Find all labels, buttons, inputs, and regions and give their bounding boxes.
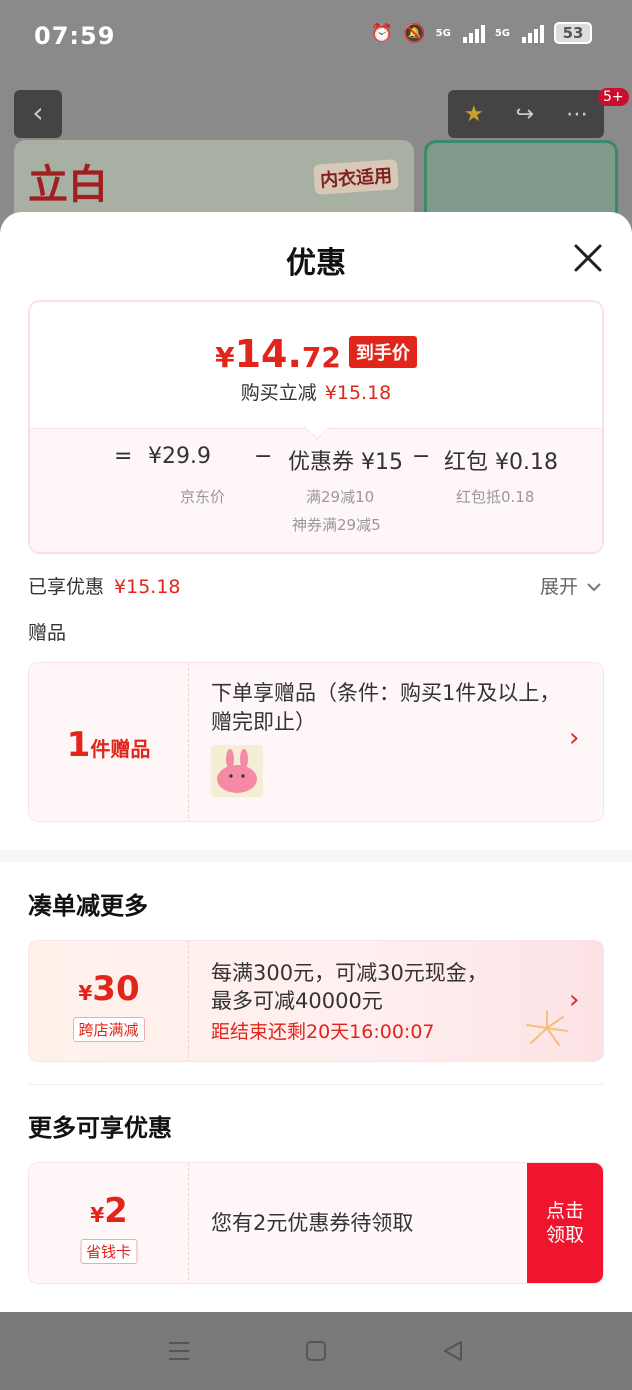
sheet-title: 优惠 (286, 246, 346, 281)
network-label-1: 5G (435, 27, 451, 39)
status-bar: 07:59 ⏰ 🔕 5G 5G 53 (0, 0, 632, 72)
gift-description: 下单享赠品（条件：购买1件及以上，赠完即止） (211, 681, 561, 734)
favorite-icon[interactable]: ★ (464, 102, 484, 127)
battery-icon: 53 (554, 22, 592, 44)
gift-count: 1件赠品 (29, 663, 189, 821)
jd-price: ¥29.9 (148, 444, 211, 469)
signal-icon-2 (522, 23, 544, 43)
back-button[interactable]: ‹ (14, 90, 62, 138)
cross-store-amount: ¥30 (78, 969, 140, 1009)
redpacket-sub: 红包抵0.18 (456, 488, 535, 506)
menu-icon[interactable] (159, 1331, 199, 1371)
savings-card-tag: 省钱卡 (79, 1239, 138, 1264)
more-icon[interactable]: ⋯ (566, 102, 588, 127)
final-price: ¥14.72 到手价 (30, 332, 602, 376)
alarm-icon: ⏰ (370, 22, 394, 44)
discount-sheet: 优惠 ¥14.72 到手价 购买立减 ¥15.18 = ¥29.9 − 优惠券 ¥1… (0, 212, 632, 1312)
gift-card[interactable]: 1件赠品 下单享赠品（条件：购买1件及以上，赠完即止） › (28, 662, 604, 822)
coupon-amount: 优惠券 ¥15 (288, 450, 403, 475)
background-page: 07:59 ⏰ 🔕 5G 5G 53 ‹ ★ ↪ ⋯ 5+ 立白 内衣适用 (0, 0, 632, 240)
redpacket-amount: 红包 ¥0.18 (444, 450, 558, 475)
coupon-pending-text: 您有2元优惠券待领取 (211, 1211, 414, 1235)
chevron-right-icon: › (569, 723, 580, 753)
home-icon[interactable] (296, 1331, 336, 1371)
status-icons: ⏰ 🔕 5G 5G 53 (371, 22, 592, 44)
coupon-sub-2: 神券满29减5 (292, 516, 381, 534)
coupon-card-amount: ¥2 (90, 1191, 128, 1231)
cross-store-line-1: 每满300元，可减30元现金， (211, 961, 488, 985)
chevron-right-icon: › (569, 985, 580, 1015)
system-nav-bar (0, 1312, 632, 1390)
enjoyed-discount: 已享优惠 ¥15.18 (28, 576, 181, 598)
brand-logo: 立白 (28, 162, 108, 208)
instant-reduction: 购买立减 ¥15.18 (240, 382, 392, 404)
final-price-badge: 到手价 (348, 336, 417, 368)
more-discount-title: 凑单减更多 (28, 892, 148, 920)
close-icon[interactable] (568, 238, 608, 278)
extra-discount-title: 更多可享优惠 (28, 1114, 172, 1142)
cross-store-line-2: 最多可减40000元 (211, 989, 383, 1013)
equals-sign: = (114, 444, 133, 469)
minus-sign-2: − (412, 444, 431, 469)
gift-thumbnail (211, 745, 263, 797)
cross-store-tag: 跨店满减 (72, 1017, 145, 1042)
message-badge: 5+ (598, 88, 629, 106)
share-icon[interactable]: ↪ (516, 102, 534, 127)
back-icon[interactable] (433, 1331, 473, 1371)
price-formula: = ¥29.9 − 优惠券 ¥15 − 红包 ¥0.18 京东价 满29减10 … (114, 444, 558, 544)
countdown-text: 距结束还剩20天16:00:07 (211, 1021, 435, 1043)
claim-button[interactable]: 点击 领取 (527, 1163, 603, 1283)
cross-store-card[interactable]: ¥30 跨店满减 每满300元，可减30元现金， 最多可减40000元 距结束还… (28, 940, 604, 1062)
top-actions: ★ ↪ ⋯ (448, 90, 604, 138)
chevron-down-icon (587, 583, 601, 592)
expand-button[interactable]: 展开 (540, 572, 602, 599)
product-tag: 内衣适用 (313, 159, 399, 195)
signal-icon (462, 23, 485, 43)
network-label-2: 5G (494, 27, 510, 39)
status-time: 07:59 (34, 22, 116, 50)
jd-price-label: 京东价 (180, 488, 226, 506)
sparkle-icon (526, 1010, 568, 1046)
gift-section-label: 赠品 (28, 622, 67, 644)
mute-icon: 🔕 (403, 22, 426, 44)
coupon-card: ¥2 省钱卡 您有2元优惠券待领取 点击 领取 (28, 1162, 604, 1284)
minus-sign: − (254, 444, 273, 469)
coupon-sub-1: 满29减10 (306, 488, 375, 506)
price-card: ¥14.72 到手价 购买立减 ¥15.18 = ¥29.9 − 优惠券 ¥15 −… (28, 300, 604, 554)
